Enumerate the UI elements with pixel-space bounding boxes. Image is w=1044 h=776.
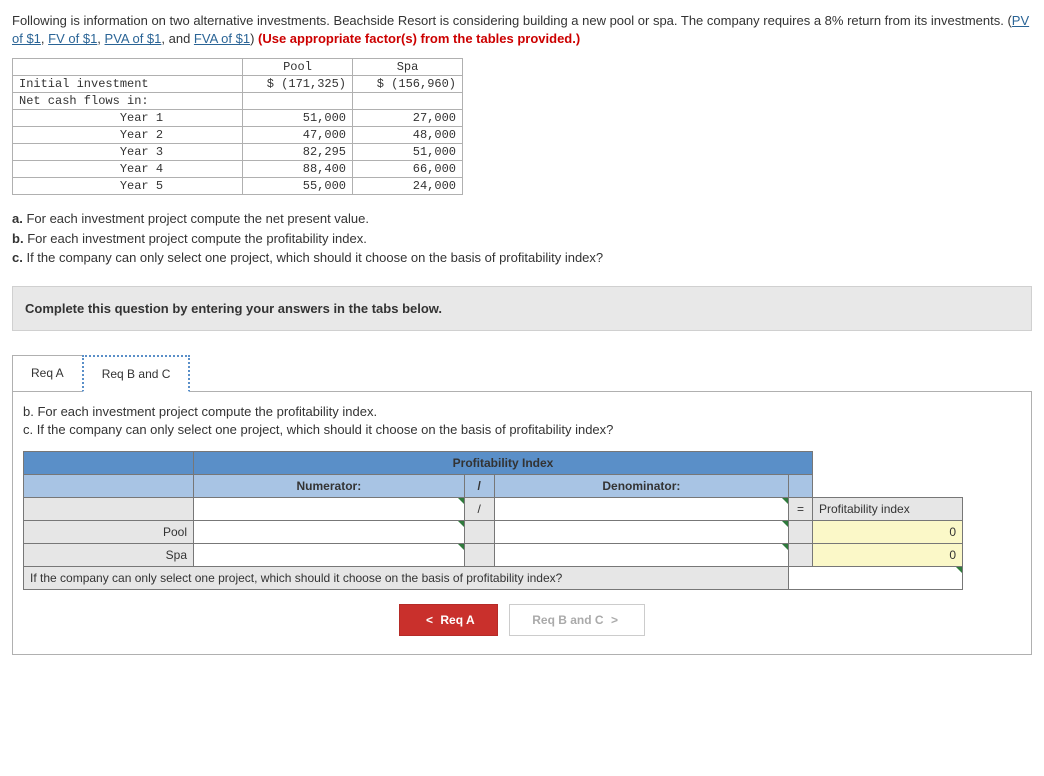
slash-header: / bbox=[464, 474, 494, 497]
table-row: Year 247,00048,000 bbox=[13, 127, 463, 144]
chevron-right-icon: > bbox=[611, 613, 618, 627]
selection-answer-input[interactable] bbox=[789, 566, 963, 589]
question-b: For each investment project compute the … bbox=[27, 231, 367, 246]
question-a: For each investment project compute the … bbox=[26, 211, 369, 226]
result-header: Profitability index bbox=[813, 497, 963, 520]
cash-flow-table: Pool Spa Initial investment$ (171,325)$ … bbox=[12, 58, 463, 195]
answer-row-spa: Spa 0 bbox=[24, 543, 963, 566]
denominator-label-input[interactable] bbox=[494, 497, 788, 520]
intro-text-1: Following is information on two alternat… bbox=[12, 13, 1012, 28]
profitability-index-table: Profitability Index Numerator: / Denomin… bbox=[23, 451, 963, 590]
col-header-spa: Spa bbox=[353, 59, 463, 76]
tab-body: b. For each investment project compute t… bbox=[12, 391, 1032, 655]
denominator-header: Denominator: bbox=[494, 474, 788, 497]
spa-numerator-input[interactable] bbox=[194, 543, 465, 566]
pool-numerator-input[interactable] bbox=[194, 520, 465, 543]
equals-sign: = bbox=[789, 497, 813, 520]
col-header-pool: Pool bbox=[243, 59, 353, 76]
table-row: Year 151,00027,000 bbox=[13, 110, 463, 127]
table-row: Year 555,00024,000 bbox=[13, 178, 463, 195]
chevron-left-icon: < bbox=[426, 613, 433, 627]
tab-req-b-and-c[interactable]: Req B and C bbox=[82, 355, 191, 392]
table-row: Year 382,29551,000 bbox=[13, 144, 463, 161]
intro-red-note: (Use appropriate factor(s) from the tabl… bbox=[258, 31, 580, 46]
spa-result: 0 bbox=[813, 543, 963, 566]
pi-title: Profitability Index bbox=[194, 451, 813, 474]
numerator-header: Numerator: bbox=[194, 474, 465, 497]
tabs-row: Req A Req B and C bbox=[12, 355, 1032, 392]
tab-body-line-c: c. If the company can only select one pr… bbox=[23, 422, 1021, 437]
selection-question: If the company can only select one proje… bbox=[24, 566, 789, 589]
prev-button[interactable]: < Req A bbox=[399, 604, 498, 636]
pool-result: 0 bbox=[813, 520, 963, 543]
numerator-label-input[interactable] bbox=[194, 497, 465, 520]
spa-denominator-input[interactable] bbox=[494, 543, 788, 566]
answer-row-pool: Pool 0 bbox=[24, 520, 963, 543]
nav-buttons: < Req A Req B and C > bbox=[23, 604, 1021, 636]
pool-denominator-input[interactable] bbox=[494, 520, 788, 543]
next-button[interactable]: Req B and C > bbox=[509, 604, 645, 636]
table-row: Net cash flows in: bbox=[13, 93, 463, 110]
link-pva[interactable]: PVA of $1 bbox=[105, 31, 162, 46]
link-fv[interactable]: FV of $1 bbox=[48, 31, 97, 46]
link-fva[interactable]: FVA of $1 bbox=[194, 31, 250, 46]
question-c: If the company can only select one proje… bbox=[26, 250, 603, 265]
intro-paragraph: Following is information on two alternat… bbox=[12, 12, 1032, 48]
instruction-bar: Complete this question by entering your … bbox=[12, 286, 1032, 331]
tab-body-line-b: b. For each investment project compute t… bbox=[23, 404, 1021, 419]
table-row: Year 488,40066,000 bbox=[13, 161, 463, 178]
question-list: a. For each investment project compute t… bbox=[12, 209, 1032, 268]
table-row: Initial investment$ (171,325)$ (156,960) bbox=[13, 76, 463, 93]
tab-req-a[interactable]: Req A bbox=[12, 355, 83, 392]
